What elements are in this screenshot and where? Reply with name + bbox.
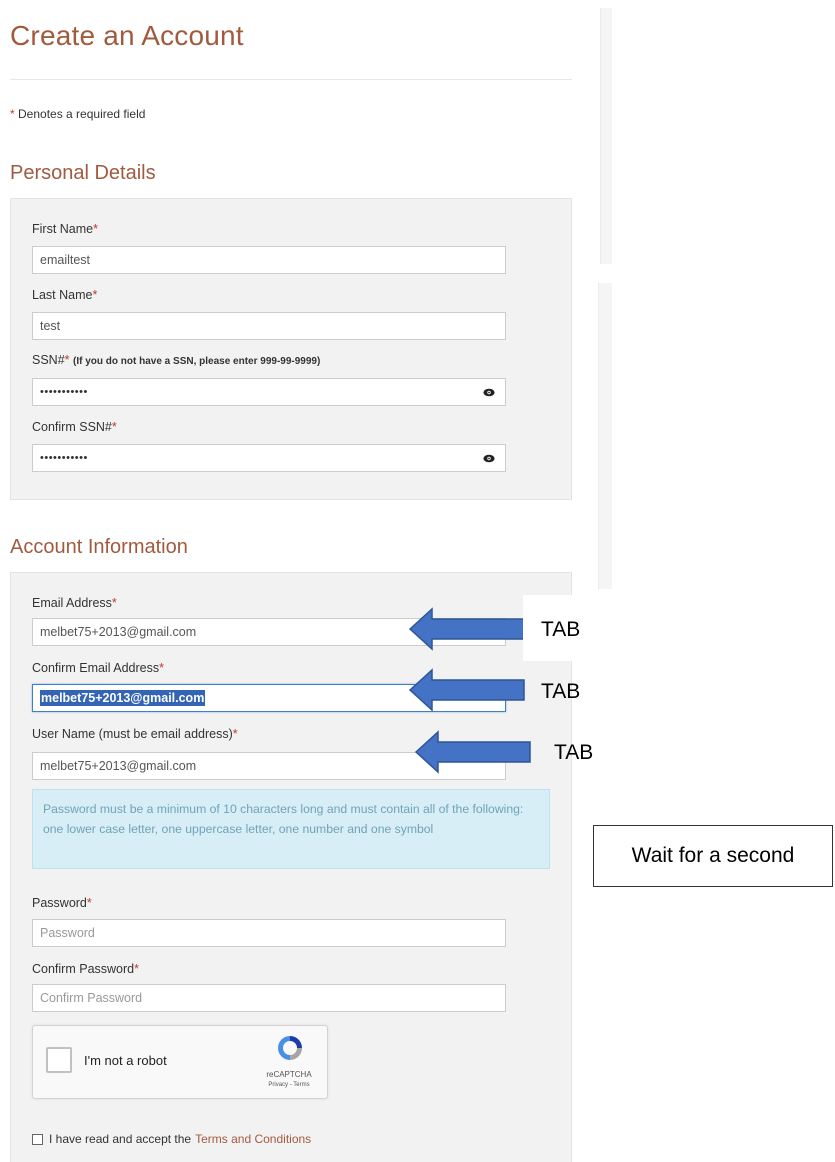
tab-annotation-2: TAB (541, 680, 581, 703)
recaptcha-widget: I'm not a robot reCAPTCHA Privacy - Term… (32, 1025, 328, 1099)
confirm-ssn-label: Confirm SSN#* (32, 420, 117, 434)
password-rules-alert: Password must be a minimum of 10 charact… (32, 789, 550, 869)
arrow-left-icon (414, 730, 531, 774)
recaptcha-label: I'm not a robot (84, 1053, 167, 1068)
required-field-note: * Denotes a required field (10, 107, 145, 121)
eye-icon[interactable] (483, 454, 495, 463)
recaptcha-logo-icon (278, 1036, 302, 1060)
selected-email-text: melbet75+2013@gmail.com (40, 690, 206, 706)
confirm-password-label: Confirm Password* (32, 962, 139, 976)
page-title: Create an Account (10, 20, 244, 51)
password-input[interactable]: Password (32, 919, 506, 947)
arrow-left-icon (408, 668, 525, 712)
ssn-input[interactable]: ••••••••••• (32, 378, 506, 406)
recaptcha-brand: reCAPTCHA (266, 1070, 312, 1079)
recaptcha-privacy-terms[interactable]: Privacy - Terms (253, 1082, 325, 1088)
confirm-ssn-input[interactable]: ••••••••••• (32, 444, 506, 472)
arrow-left-icon (408, 607, 525, 651)
email-label: Email Address* (32, 596, 117, 610)
ssn-label: SSN#* (If you do not have a SSN, please … (32, 353, 321, 367)
confirm-email-label: Confirm Email Address* (32, 661, 164, 675)
tab-annotation-1: TAB (541, 618, 581, 641)
first-name-label: First Name* (32, 222, 98, 236)
wait-annotation-box: Wait for a second (593, 825, 833, 887)
confirm-ssn-masked-value: ••••••••••• (40, 452, 88, 464)
password-label: Password* (32, 896, 92, 910)
confirm-password-input[interactable]: Confirm Password (32, 984, 506, 1012)
tab-annotation-3: TAB (554, 741, 594, 764)
terms-text: I have read and accept the (49, 1132, 192, 1146)
right-side-panel-bottom (598, 283, 612, 589)
section-title-account-information: Account Information (10, 536, 188, 558)
recaptcha-checkbox[interactable] (46, 1047, 72, 1073)
title-divider (10, 79, 572, 80)
terms-row: I have read and accept the Terms and Con… (32, 1132, 311, 1146)
first-name-input[interactable]: emailtest (32, 246, 506, 274)
last-name-label: Last Name* (32, 288, 98, 302)
eye-icon[interactable] (483, 388, 495, 397)
required-marker: * (10, 107, 15, 121)
terms-and-conditions-link[interactable]: Terms and Conditions (195, 1132, 311, 1146)
ssn-hint: (If you do not have a SSN, please enter … (73, 356, 321, 367)
terms-checkbox[interactable] (32, 1133, 43, 1145)
right-side-panel-top (600, 8, 612, 264)
required-note-text: Denotes a required field (18, 107, 146, 121)
section-title-personal-details: Personal Details (10, 162, 156, 184)
last-name-input[interactable]: test (32, 312, 506, 340)
username-label: User Name (must be email address)* (32, 727, 238, 741)
ssn-masked-value: ••••••••••• (40, 386, 88, 398)
